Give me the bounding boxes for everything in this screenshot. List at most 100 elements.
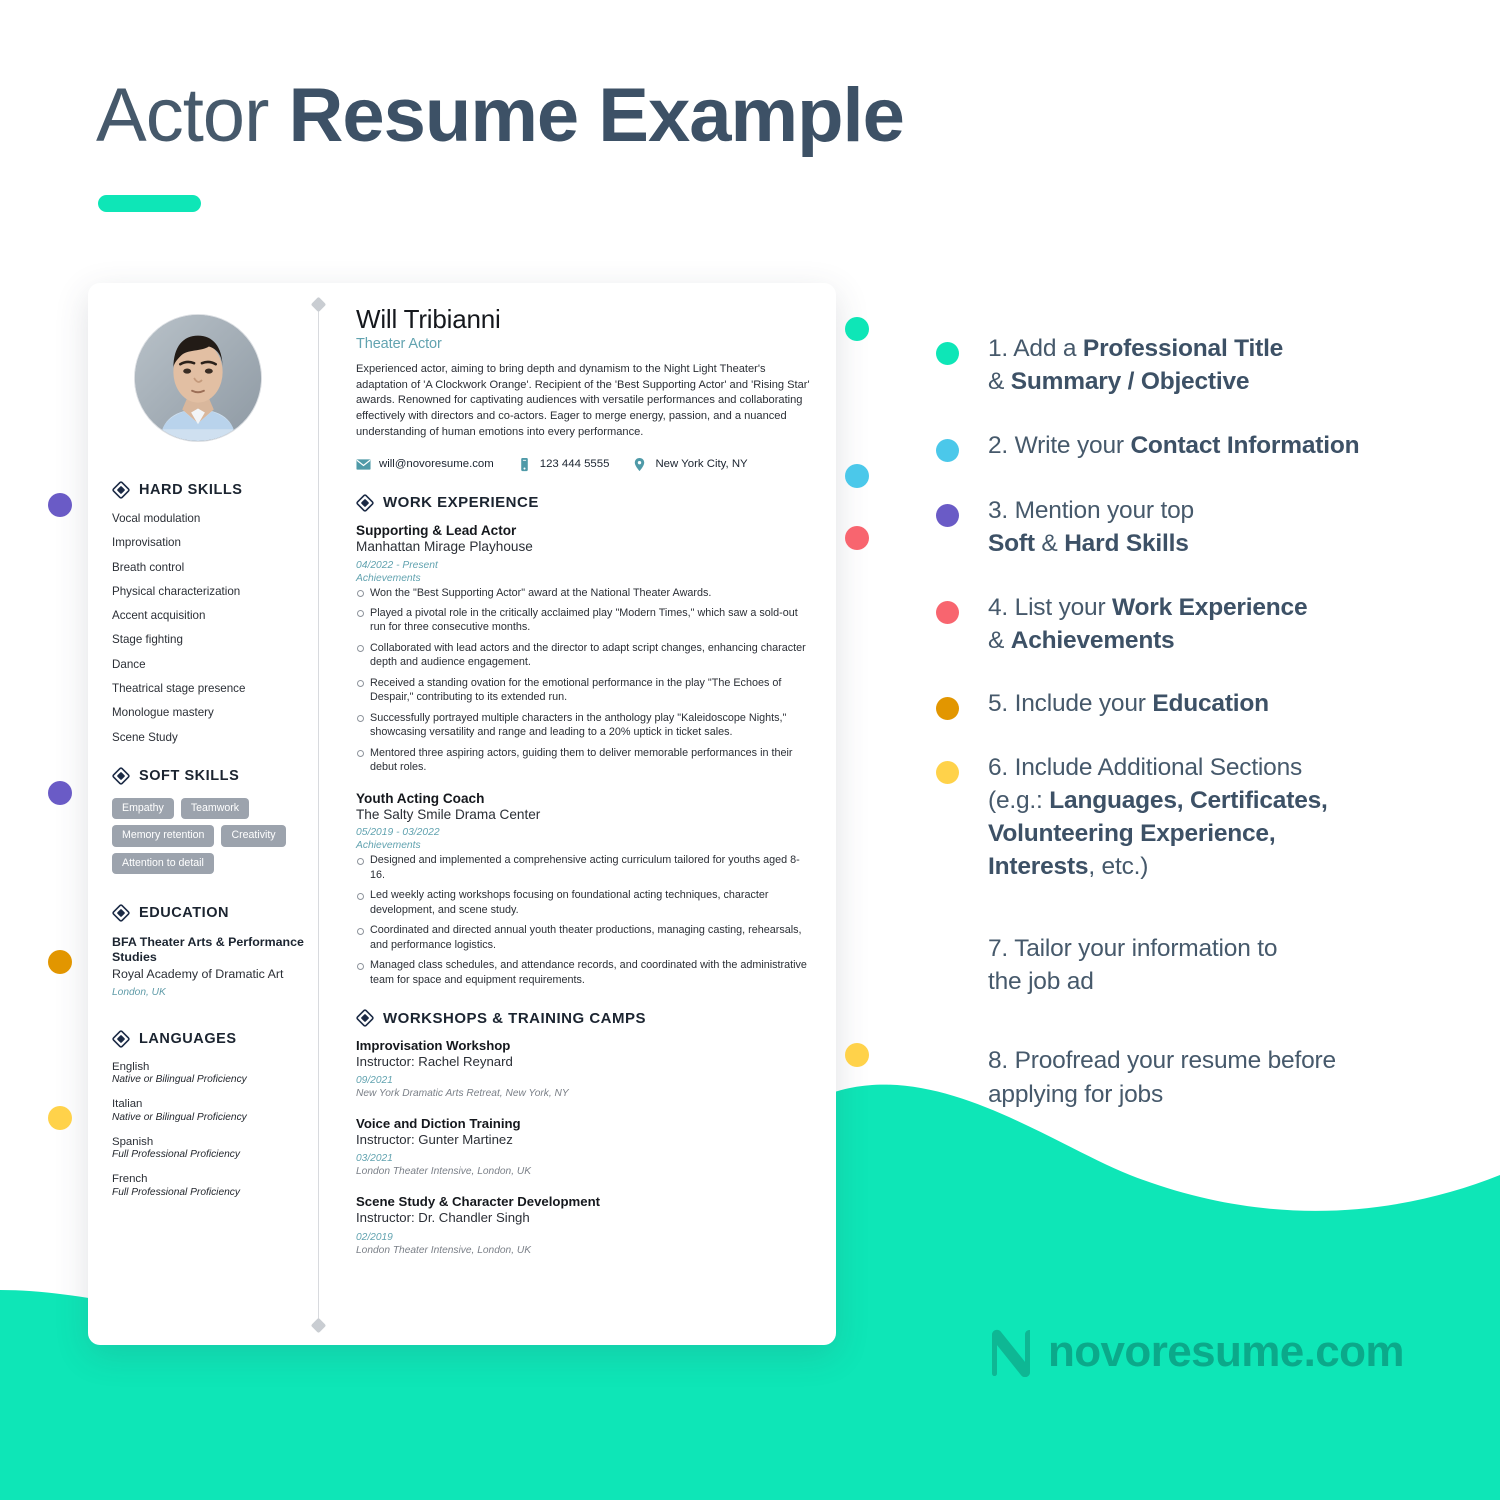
education-location: London, UK [112, 986, 166, 998]
languages-list: English Native or Bilingual Proficiency It… [112, 1061, 308, 1200]
tip-text: 2. Write your Contact Information [988, 431, 1360, 459]
workshop-date: 09/2021 [356, 1075, 393, 1087]
hard-skill-item: Vocal modulation [112, 512, 201, 525]
tip-item-8: 8. Proofread your resume before applying … [936, 1044, 1446, 1111]
phone-icon [517, 457, 532, 472]
diamond-icon [112, 1030, 130, 1048]
page-title-light: Actor [96, 73, 289, 158]
workshop-title: Improvisation Workshop [356, 1038, 511, 1054]
language-name: Italian [112, 1098, 143, 1111]
tip-item-1: 1. Add a Professional Title & Summary / O… [936, 332, 1446, 399]
tip-item-4: 4. List your Work Experience & Achievemen… [936, 591, 1446, 658]
tip-text: 7. Tailor your information to the job ad [988, 934, 1278, 996]
side-dot-left [48, 1106, 72, 1130]
novoresume-logo[interactable]: novoresume.com [988, 1327, 1405, 1378]
side-dot-left [48, 781, 72, 805]
hard-skill-item: Stage fighting [112, 633, 183, 647]
achievement-bullet-list: Designed and implemented a comprehensive… [356, 853, 814, 987]
language-level: Native or Bilingual Proficiency [112, 1074, 247, 1086]
achievement-bullet: Coordinated and directed annual youth th… [356, 923, 814, 952]
workshops-list: Improvisation Workshop Instructor: Rachel… [356, 1038, 814, 1256]
language-name: Spanish [112, 1135, 154, 1148]
language-item: English Native or Bilingual Proficiency [112, 1061, 308, 1087]
hard-skill-item: Improvisation [112, 536, 181, 550]
tip-bullet-dot [936, 438, 959, 462]
language-item: Italian Native or Bilingual Proficiency [112, 1098, 308, 1124]
work-experience-entry: Supporting & Lead Actor Manhattan Mirage … [356, 523, 814, 775]
section-title: LANGUAGES [139, 1030, 237, 1047]
achievements-label: Achievements [356, 840, 421, 852]
section-title: SOFT SKILLS [139, 767, 240, 784]
education-degree: BFA Theater Arts & Performance Studies [112, 935, 304, 965]
contact-item[interactable]: will@novoresume.com [356, 457, 494, 472]
candidate-summary: Experienced actor, aiming to bring depth… [356, 362, 810, 438]
workshop-date: 03/2021 [356, 1153, 393, 1165]
tip-item-3: 3. Mention your top Soft & Hard Skills [936, 494, 1446, 561]
hard-skill-item: Breath control [112, 560, 185, 574]
hard-skill-item: Dance [112, 657, 146, 671]
achievement-bullet: Successfully portrayed multiple characte… [356, 711, 814, 740]
education-school: Royal Academy of Dramatic Art [112, 966, 284, 981]
tip-text: 5. Include your Education [988, 690, 1269, 718]
language-level: Full Professional Proficiency [112, 1186, 240, 1198]
workshop-entry: Voice and Diction Training Instructor: Gu… [356, 1116, 814, 1177]
job-organization: The Salty Smile Drama Center [356, 806, 541, 822]
diamond-icon [112, 904, 130, 923]
novoresume-n-logo-icon [988, 1327, 1034, 1378]
achievement-bullet: Led weekly acting workshops focusing on … [356, 888, 814, 917]
diamond-icon [112, 766, 130, 785]
achievement-bullet: Won the "Best Supporting Actor" award at… [356, 586, 814, 600]
side-dot-left [48, 950, 72, 974]
tip-item-6: 6. Include Additional Sections (e.g.: Lan… [936, 751, 1446, 884]
resume-sidebar: HARD SKILLS Vocal modulation Improvisatio… [112, 305, 308, 1210]
tip-item-5: 5. Include your Education [936, 687, 1446, 721]
work-experience-entry: Youth Acting Coach The Salty Smile Drama … [356, 791, 814, 988]
workshop-instructor: Instructor: Gunter Martinez [356, 1132, 513, 1148]
language-item: French Full Professional Proficiency [112, 1173, 308, 1199]
section-header-languages: LANGUAGES [112, 1030, 308, 1048]
tip-bullet-dot [936, 697, 959, 721]
contact-information-row: will@novoresume.com 123 444 5555 New York … [356, 457, 814, 472]
workshop-location: London Theater Intensive, London, UK [356, 1244, 532, 1256]
hard-skill-item: Monologue mastery [112, 706, 214, 720]
section-title: EDUCATION [139, 905, 230, 922]
side-dot-right [845, 526, 869, 550]
page-title-bold: Resume Example [288, 73, 905, 158]
soft-skill-tag: Memory retention [112, 825, 215, 847]
resume-main-column: Will Tribianni Theater Actor Experienced… [356, 304, 814, 1273]
job-organization: Manhattan Mirage Playhouse [356, 538, 533, 554]
achievement-bullet: Managed class schedules, and attendance … [356, 958, 814, 987]
tip-bullet-dot [936, 342, 959, 365]
contact-item[interactable]: New York City, NY [632, 457, 748, 472]
tip-text: 8. Proofread your resume before applying … [988, 1047, 1336, 1108]
section-title: WORK EXPERIENCE [383, 494, 539, 512]
avatar [134, 314, 262, 442]
tip-text: 3. Mention your top Soft & Hard Skills [988, 496, 1194, 558]
section-title: HARD SKILLS [139, 482, 243, 498]
achievement-bullet-list: Won the "Best Supporting Actor" award at… [356, 586, 814, 775]
envelope-icon [356, 457, 371, 472]
contact-value: New York City, NY [655, 458, 748, 471]
hard-skills-list: Vocal modulation Improvisation Breath cont… [112, 512, 308, 745]
achievement-bullet: Collaborated with lead actors and the di… [356, 641, 814, 670]
job-date: 05/2019 - 03/2022 [356, 827, 440, 839]
tip-bullet-dot [936, 503, 959, 527]
side-dot-right [845, 317, 869, 341]
job-role: Youth Acting Coach [356, 790, 485, 806]
language-item: Spanish Full Professional Proficiency [112, 1136, 308, 1162]
tip-text: 1. Add a Professional Title & Summary / O… [988, 335, 1284, 396]
contact-item[interactable]: 123 444 5555 [517, 457, 609, 472]
candidate-job-title: Theater Actor [356, 335, 442, 352]
section-header-education: EDUCATION [112, 904, 308, 923]
section-header-soft-skills: SOFT SKILLS [112, 766, 308, 785]
soft-skill-tag: Teamwork [180, 797, 250, 820]
tips-list: 1. Add a Professional Title & Summary / O… [936, 332, 1446, 1111]
side-dot-left [48, 493, 72, 517]
workshop-instructor: Instructor: Dr. Chandler Singh [356, 1210, 530, 1226]
soft-skills-tag-list: Empathy Teamwork Memory retention Creativit… [112, 797, 308, 875]
workshop-title: Scene Study & Character Development [356, 1194, 601, 1210]
hard-skill-item: Scene Study [112, 730, 178, 744]
tip-bullet-dot [936, 600, 959, 624]
tip-item-2: 2. Write your Contact Information [936, 429, 1446, 462]
job-role: Supporting & Lead Actor [356, 522, 517, 538]
